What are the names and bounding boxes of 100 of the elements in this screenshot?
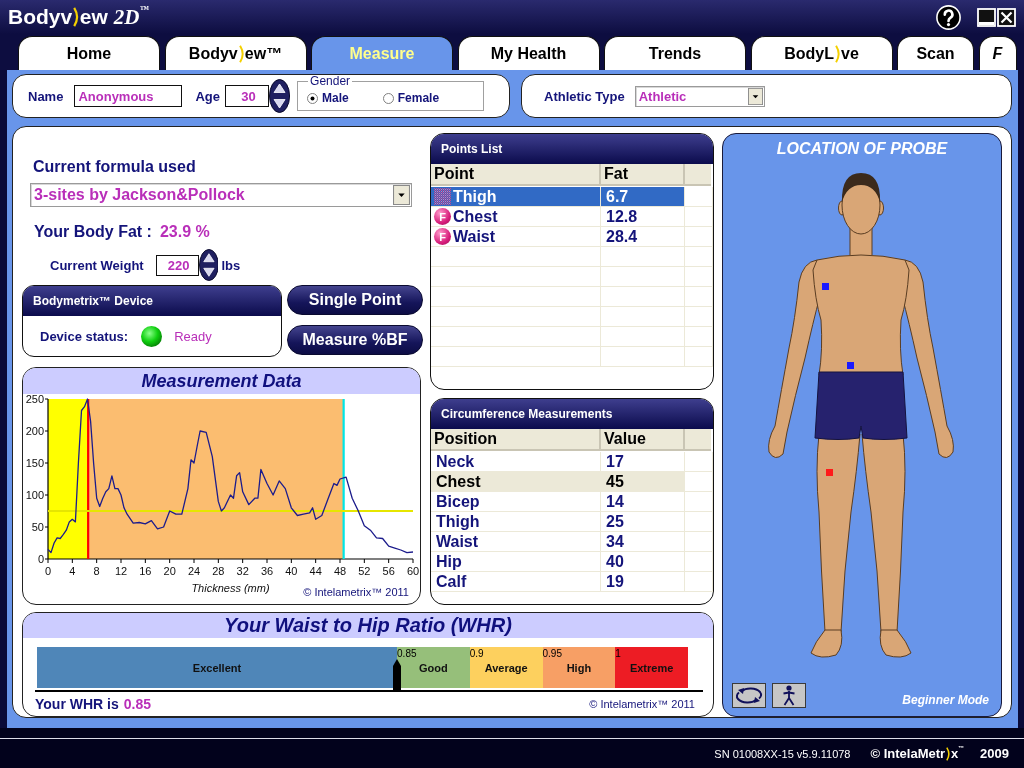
empty-table-cell — [685, 327, 713, 347]
year-text: 2009 — [980, 746, 1009, 761]
table-row[interactable]: Thigh 6.7 — [431, 187, 685, 207]
mode-label: Beginner Mode — [902, 693, 989, 707]
age-field[interactable]: 30 — [225, 85, 269, 107]
logo-edition: 2D$^{™}$ — [113, 4, 149, 30]
tab[interactable]: BodyL ve — [750, 36, 893, 70]
axis-tick-label: 28 — [212, 565, 225, 577]
weight-field[interactable]: 220 — [155, 254, 199, 276]
logo-text: ew — [79, 5, 108, 29]
dropdown-arrow-icon[interactable] — [747, 87, 763, 105]
axis-tick-label: 50 — [31, 521, 44, 533]
rotate-arrows-icon — [735, 686, 763, 705]
chart-title: Measurement Data — [23, 368, 420, 394]
table-row[interactable]: Waist 34 — [431, 532, 685, 552]
column-header: Fat — [601, 164, 685, 186]
table-row[interactable]: F Waist 28.4 — [431, 227, 685, 247]
stick-figure-icon — [782, 685, 796, 706]
cell-text: 25 — [606, 512, 624, 531]
cell-text: Calf — [436, 572, 467, 591]
table-row[interactable]: Thigh 25 — [431, 512, 685, 532]
tick-label: 1 — [615, 648, 621, 659]
axis-tick-label: 36 — [260, 565, 274, 577]
close-icon[interactable] — [997, 7, 1016, 27]
tab[interactable]: My Health — [457, 36, 600, 70]
panel-header: Circumference Measurements — [431, 399, 713, 429]
axis-tick-label: 16 — [139, 565, 152, 577]
group-legend: Gender — [308, 75, 353, 88]
table-row[interactable]: Chest 45 — [431, 472, 685, 492]
field-label: Athletic Type — [544, 88, 625, 104]
rotate-button[interactable] — [732, 683, 766, 708]
cell-text: Bicep — [436, 492, 480, 511]
empty-table-cell — [685, 347, 713, 367]
column-header: Position — [431, 429, 601, 451]
table-row[interactable]: Neck 17 — [431, 452, 685, 472]
table-row[interactable]: F Chest 12.8 — [431, 207, 685, 227]
axis-tick-label: 0 — [37, 553, 44, 565]
cell-text: 6.7 — [606, 187, 629, 206]
cell-text: Neck — [436, 452, 475, 471]
tab[interactable]: F — [978, 36, 1017, 70]
up-down-arrows-icon[interactable] — [269, 79, 291, 113]
cell-text: 14 — [606, 492, 624, 511]
tab[interactable]: Scan — [897, 36, 974, 70]
panel-header: Bodymetrix™ Device — [23, 286, 281, 316]
up-down-arrows-icon[interactable] — [198, 249, 219, 281]
cell-text: 19 — [606, 572, 624, 591]
brand-text: © IntelaMetr — [870, 746, 946, 761]
action-button[interactable]: Single Point — [287, 285, 423, 315]
arc-icon — [238, 44, 244, 63]
cell-text: Thigh — [436, 512, 480, 531]
radio-icon[interactable] — [382, 92, 394, 104]
brand-text: x$^{™}$ — [951, 746, 965, 761]
status-dot-icon — [141, 325, 163, 347]
figure-button[interactable] — [772, 683, 806, 708]
segment-label: High — [566, 661, 592, 674]
athletic-type-dropdown[interactable]: Athletic — [634, 85, 765, 107]
table-row[interactable]: Bicep 14 — [431, 492, 685, 512]
table-row[interactable]: Calf 19 — [431, 572, 685, 592]
axis-tick-label: 150 — [25, 457, 44, 469]
axis-tick-label: 32 — [236, 565, 249, 577]
cell-text: Chest — [436, 472, 481, 491]
segment-label: Good — [419, 661, 448, 674]
tick-label: 0.95 — [542, 648, 562, 659]
tick-label: 0.85 — [397, 648, 417, 659]
tab[interactable]: Home — [18, 36, 160, 70]
axis-tick-label: 60 — [406, 565, 420, 577]
cell-text: Chest — [453, 207, 498, 226]
name-field[interactable]: Anonymous — [74, 85, 183, 107]
column-header: Point — [431, 164, 601, 186]
dropdown-arrow-icon[interactable] — [393, 185, 410, 205]
cell-text: 40 — [606, 552, 624, 571]
axis-tick-label: 24 — [187, 565, 201, 577]
radio-icon[interactable] — [307, 92, 319, 104]
field-label: Age — [195, 88, 220, 104]
tick-label: 0.9 — [469, 648, 484, 659]
result-label: Your WHR is — [35, 696, 119, 712]
axis-tick-label: 40 — [285, 565, 298, 577]
probe-marker-icon — [846, 361, 854, 369]
help-icon[interactable] — [936, 4, 961, 30]
axis-tick-label: 4 — [69, 565, 76, 577]
letter-badge: F — [434, 208, 451, 225]
tab[interactable]: Bodyv ew™ — [164, 36, 307, 70]
dithered-square-icon — [434, 188, 451, 205]
formula-dropdown[interactable]: 3-sites by Jackson&Pollock — [30, 183, 412, 207]
radio-option[interactable]: Male — [307, 91, 349, 105]
table-row[interactable]: Hip 40 — [431, 552, 685, 572]
segment-label: Excellent — [192, 661, 242, 674]
axis-tick-label: 0 — [44, 565, 52, 577]
radio-option[interactable]: Female — [382, 91, 440, 105]
field-label: Name — [28, 88, 64, 104]
column-header: Value — [601, 429, 685, 451]
letter-badge: F — [434, 228, 451, 245]
maximize-icon[interactable] — [977, 7, 996, 27]
tab[interactable]: Trends — [604, 36, 746, 70]
cell-text: 34 — [606, 532, 624, 551]
probe-marker-icon — [821, 282, 829, 290]
probe-marker-icon — [825, 468, 833, 476]
action-button[interactable]: Measure %BF — [287, 325, 423, 355]
arc-icon — [946, 746, 950, 761]
cell-text: Thigh — [453, 187, 497, 206]
